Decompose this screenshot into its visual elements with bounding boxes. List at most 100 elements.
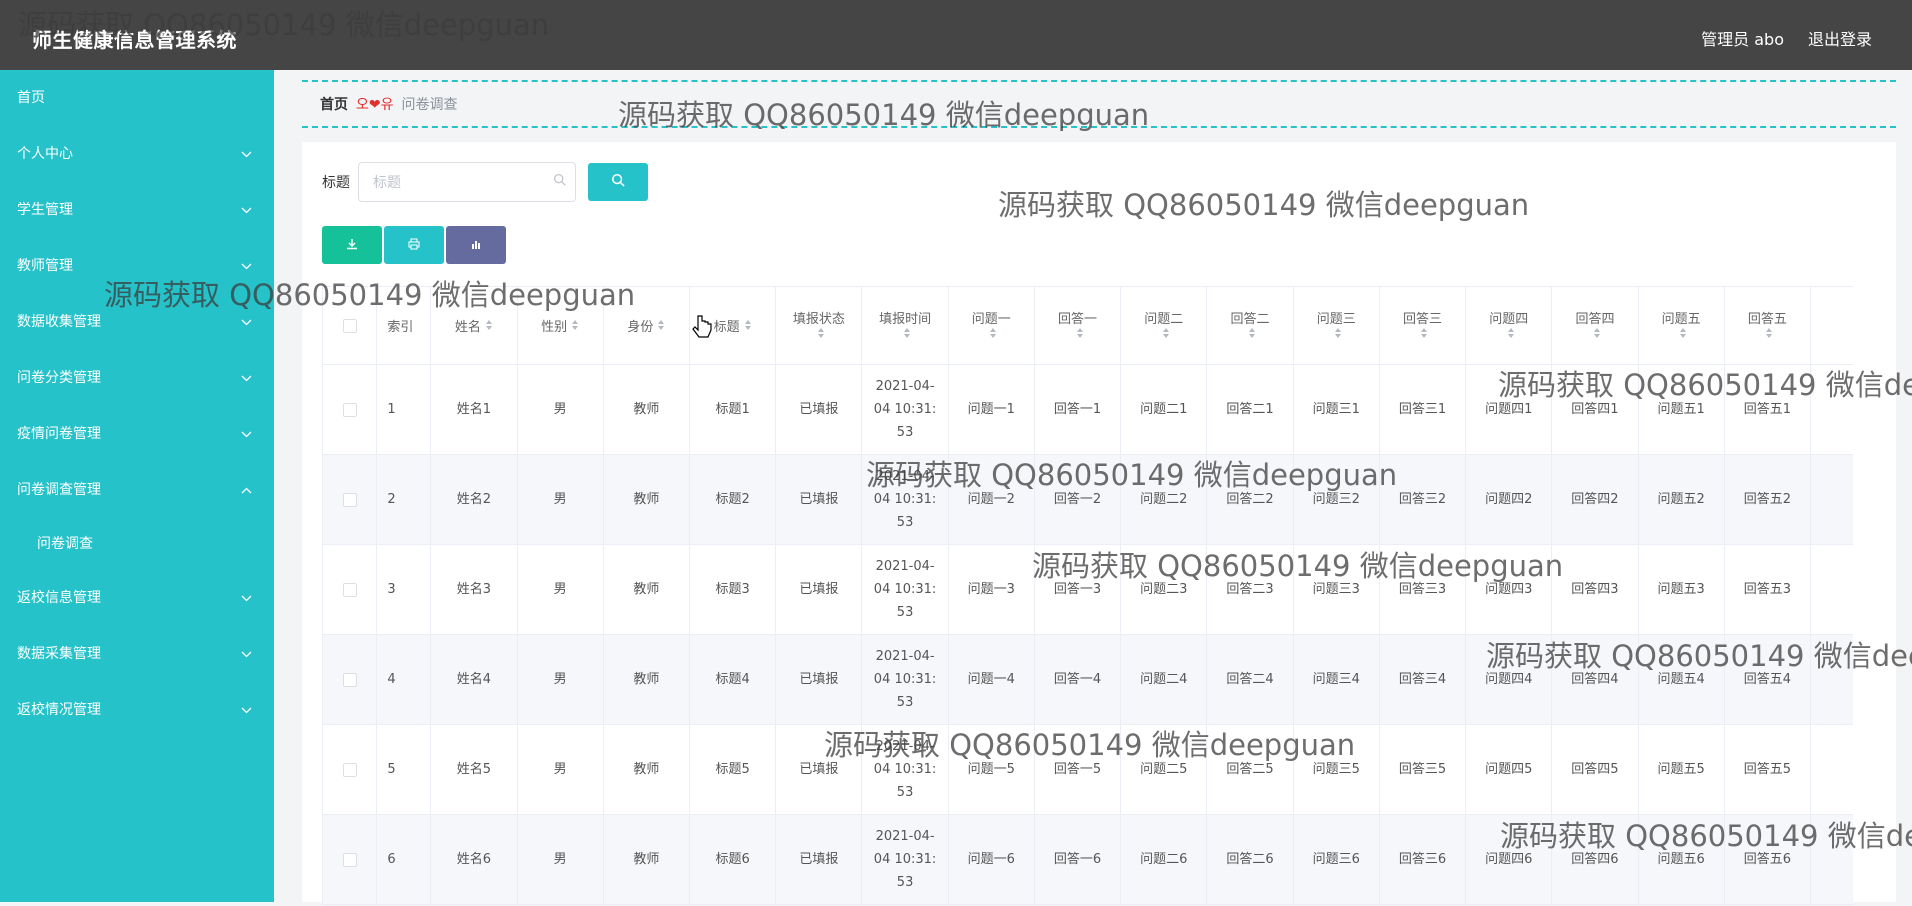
cell-status: 已填报	[775, 724, 863, 815]
sort-caret-icon[interactable]	[1507, 327, 1515, 342]
export-button[interactable]	[322, 226, 382, 264]
cell-time: 2021-04-04 10:31:53	[861, 814, 949, 905]
sidebar-item-9[interactable]: 数据采集管理	[0, 626, 274, 682]
sort-caret-icon[interactable]	[571, 319, 579, 334]
column-header[interactable]: 回答一	[1034, 286, 1122, 365]
sort-caret-icon[interactable]	[1765, 327, 1773, 342]
sidebar-item-7[interactable]: 问卷调查管理	[0, 462, 274, 518]
cell-a5: 回答五6	[1724, 814, 1812, 905]
breadcrumb-home[interactable]: 首页	[320, 94, 348, 114]
cell-gender: 男	[517, 814, 604, 905]
chevron-down-icon	[241, 182, 252, 238]
column-header[interactable]: 身份	[603, 286, 690, 365]
table-row[interactable]: 5 姓名5 男教师 标题5 已填报 2021-04-04 10:31:53 问题一5 回答一5…	[323, 724, 1853, 815]
cell-q1: 问题一3	[948, 544, 1035, 635]
sidebar-item-2[interactable]: 学生管理	[0, 182, 274, 238]
column-header[interactable]: 性别	[517, 286, 604, 365]
sidebar-item-3[interactable]: 教师管理	[0, 238, 274, 294]
cell-index: 1	[376, 364, 432, 455]
cell-time: 2021-04-04 10:31:53	[861, 634, 949, 725]
cell-gender: 男	[517, 364, 604, 455]
table-row[interactable]: 6 姓名6 男教师 标题6 已填报 2021-04-04 10:31:53 问题一6 回答一6…	[323, 814, 1853, 905]
column-header[interactable]: 姓名	[430, 286, 518, 365]
data-table-wrap: 索引 姓名 性别 身份 标题 填报状态 填报时间 问题一 回答一 问题二 回答二 问题三 回答三 问题四回…	[322, 286, 1853, 906]
cell-a2: 回答二5	[1206, 724, 1294, 815]
cell-a4: 回答四1	[1551, 364, 1639, 455]
sidebar-subitem-0[interactable]: 问卷调查	[0, 518, 274, 570]
search-button[interactable]	[588, 163, 648, 201]
cell-time: 2021-04-04 10:31:53	[861, 364, 949, 455]
column-header[interactable]: 填报时间	[861, 286, 949, 365]
sort-caret-icon[interactable]	[903, 327, 911, 342]
column-header[interactable]: 回答三	[1379, 286, 1467, 365]
column-header[interactable]: 问题三	[1293, 286, 1380, 365]
sidebar-item-8[interactable]: 返校信息管理	[0, 570, 274, 626]
row-checkbox[interactable]	[342, 762, 357, 777]
sidebar-item-10[interactable]: 返校情况管理	[0, 682, 274, 738]
cell-name: 姓名3	[430, 544, 518, 635]
column-header[interactable]: 回答五	[1724, 286, 1812, 365]
sort-caret-icon[interactable]	[989, 327, 997, 342]
row-actions-cell: 详	[1810, 724, 1853, 815]
chevron-down-icon	[241, 238, 252, 294]
search-form: 标题	[322, 162, 648, 202]
cell-identity: 教师	[603, 454, 690, 545]
column-header[interactable]: 问题四	[1465, 286, 1553, 365]
column-header[interactable]: 问题二	[1120, 286, 1208, 365]
sort-caret-icon[interactable]	[1334, 327, 1342, 342]
column-header[interactable]: 回答二	[1206, 286, 1294, 365]
row-checkbox[interactable]	[342, 852, 357, 867]
sort-caret-icon[interactable]	[1679, 327, 1687, 342]
sort-caret-icon[interactable]	[657, 319, 665, 334]
cell-q1: 问题一6	[948, 814, 1035, 905]
table-row[interactable]: 1 姓名1 男教师 标题1 已填报 2021-04-04 10:31:53 问题一1 回答一1…	[323, 364, 1853, 455]
logout-link[interactable]: 退出登录	[1808, 26, 1872, 50]
sort-caret-icon[interactable]	[1248, 327, 1256, 342]
table-row[interactable]: 2 姓名2 男教师 标题2 已填报 2021-04-04 10:31:53 问题一2 回答一2…	[323, 454, 1853, 545]
column-header[interactable]: 回答四	[1551, 286, 1639, 365]
sort-caret-icon[interactable]	[744, 319, 752, 334]
sort-caret-icon[interactable]	[485, 319, 493, 334]
row-checkbox[interactable]	[342, 402, 357, 417]
sidebar-item-6[interactable]: 疫情问卷管理	[0, 406, 274, 462]
cell-q4: 问题四6	[1465, 814, 1553, 905]
sidebar-item-4[interactable]: 数据收集管理	[0, 294, 274, 350]
cell-name: 姓名4	[430, 634, 518, 725]
table-row[interactable]: 4 姓名4 男教师 标题4 已填报 2021-04-04 10:31:53 问题一4 回答一4…	[323, 634, 1853, 725]
sidebar-item-1[interactable]: 个人中心	[0, 126, 274, 182]
cell-a1: 回答一5	[1034, 724, 1122, 815]
column-header[interactable]: 问题一	[948, 286, 1035, 365]
row-select-cell	[323, 634, 378, 725]
cell-status: 已填报	[775, 364, 863, 455]
sort-caret-icon[interactable]	[1076, 327, 1084, 342]
cell-q4: 问题四5	[1465, 724, 1553, 815]
print-button[interactable]	[384, 226, 444, 264]
sort-caret-icon[interactable]	[1420, 327, 1428, 342]
column-header-label: 回答三	[1402, 312, 1442, 327]
column-header[interactable]: 问题五	[1638, 286, 1725, 365]
cell-q4: 问题四1	[1465, 364, 1553, 455]
sidebar-item-label: 返校信息管理	[17, 590, 101, 606]
cell-q5: 问题五2	[1638, 454, 1725, 545]
select-all-checkbox[interactable]	[342, 318, 357, 333]
table-row[interactable]: 3 姓名3 男教师 标题3 已填报 2021-04-04 10:31:53 问题一3 回答一3…	[323, 544, 1853, 635]
row-checkbox[interactable]	[342, 672, 357, 687]
statistics-button[interactable]	[446, 226, 506, 264]
sidebar-item-0[interactable]: 首页	[0, 70, 274, 126]
sort-caret-icon[interactable]	[1162, 327, 1170, 342]
column-header-label: 问题一	[971, 312, 1011, 327]
cell-name: 姓名5	[430, 724, 518, 815]
column-header[interactable]: 填报状态	[775, 286, 863, 365]
cell-q2: 问题二1	[1120, 364, 1208, 455]
row-checkbox[interactable]	[342, 582, 357, 597]
row-checkbox[interactable]	[342, 492, 357, 507]
column-header[interactable]: 操	[1810, 286, 1853, 365]
search-input[interactable]	[358, 162, 576, 202]
user-label[interactable]: 管理员 abo	[1701, 26, 1784, 50]
column-header-label: 索引	[387, 320, 414, 335]
sidebar-item-5[interactable]: 问卷分类管理	[0, 350, 274, 406]
sort-caret-icon[interactable]	[817, 327, 825, 342]
cell-a3: 回答三4	[1379, 634, 1467, 725]
sort-caret-icon[interactable]	[1593, 327, 1601, 342]
cell-q3: 问题三6	[1293, 814, 1380, 905]
